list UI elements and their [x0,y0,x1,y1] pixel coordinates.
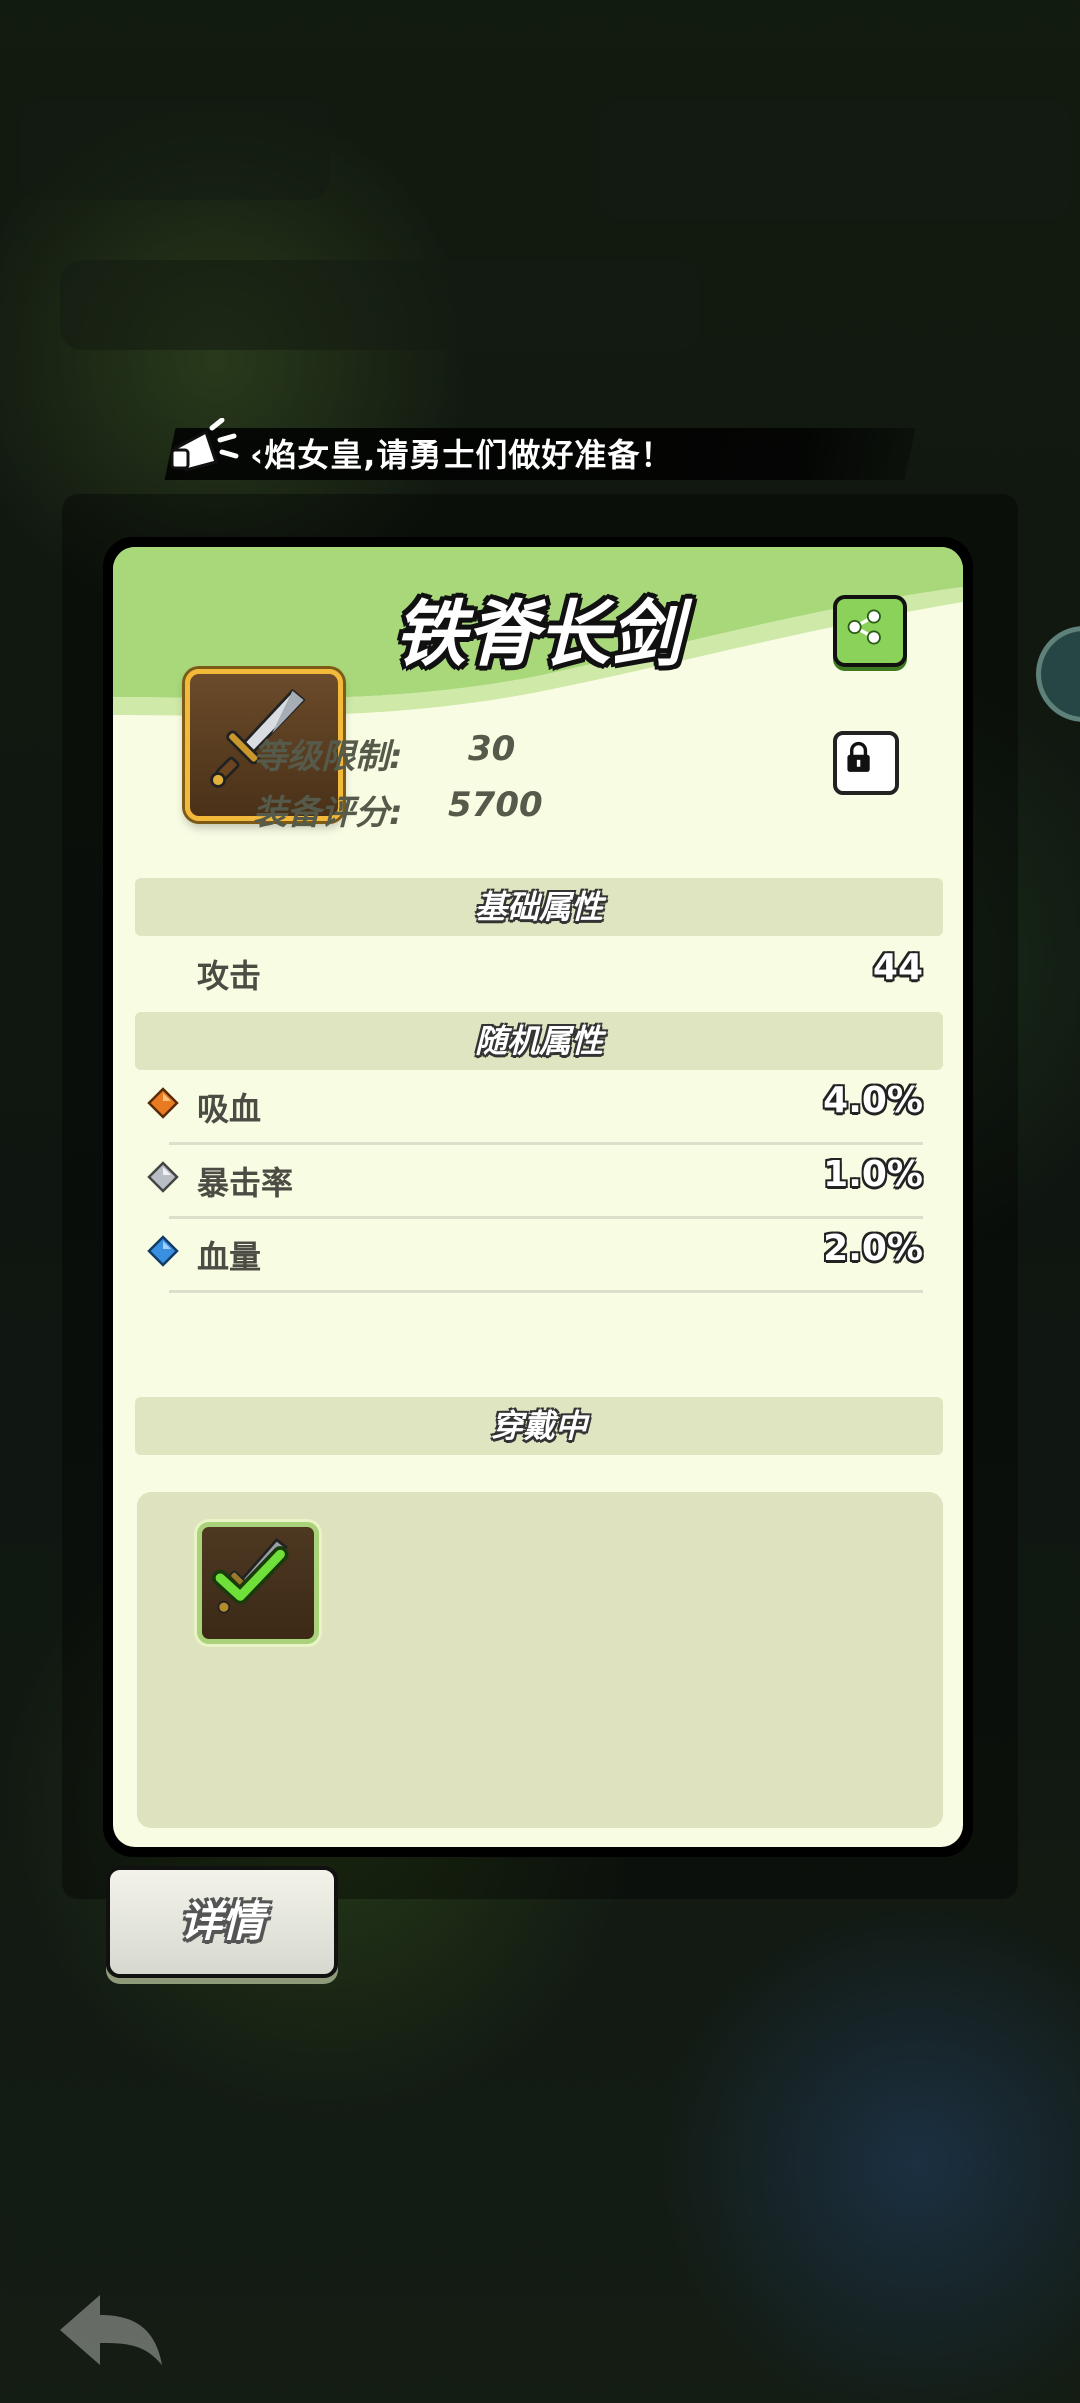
equip-score-row: 装备评分: 5700 [253,785,543,834]
lock-icon [847,741,870,772]
level-limit-row: 等级限制: 30 [253,729,515,778]
equip-score-value: 5700 [448,785,543,825]
attribute-divider [169,1142,923,1145]
background-hud-left [20,100,330,200]
attribute-divider [169,1216,923,1219]
attribute-divider [169,1290,923,1293]
equipped-item-slot[interactable] [197,1522,319,1644]
detail-button-label: 详情 [179,1897,264,1946]
share-button[interactable] [833,595,907,667]
checkmark-icon [212,1546,289,1605]
attack-value: 44 [872,947,923,988]
random-attributes-header: 随机属性 [135,1012,943,1070]
megaphone-icon [170,418,239,472]
background-hud-row [60,260,700,350]
attack-label: 攻击 [197,957,262,995]
equipped-title: 穿戴中 [490,1407,587,1445]
share-icon [847,609,881,645]
level-limit-label: 等级限制: [253,737,403,777]
lifesteal-value: 4.0% [823,1080,923,1121]
blue-gem-icon [147,1235,179,1267]
crit-rate-value: 1.0% [823,1154,923,1195]
lock-button[interactable] [833,731,899,795]
random-attributes-title: 随机属性 [474,1022,603,1060]
silver-gem-icon [147,1161,179,1193]
hp-label: 血量 [197,1238,262,1276]
lifesteal-label: 吸血 [197,1090,262,1128]
detail-button[interactable]: 详情 [106,1866,338,1978]
orange-gem-icon [147,1087,179,1119]
announcement-text: ‹焰女皇,请勇士们做好准备！ [250,436,674,474]
item-info-panel-body: 铁脊长剑 等级限制: 30 装备评分: 5700 基础属性 攻击 44 随机属性… [113,547,963,1847]
hp-value: 2.0% [823,1228,923,1269]
level-limit-value: 30 [468,729,516,769]
back-arrow-icon[interactable] [50,2285,170,2375]
base-attributes-title: 基础属性 [474,888,603,926]
base-attributes-header: 基础属性 [135,878,943,936]
crit-rate-label: 暴击率 [197,1164,294,1202]
equip-score-label: 装备评分: [253,793,403,833]
background-hud-right [600,100,1070,220]
equipped-header: 穿戴中 [135,1397,943,1455]
